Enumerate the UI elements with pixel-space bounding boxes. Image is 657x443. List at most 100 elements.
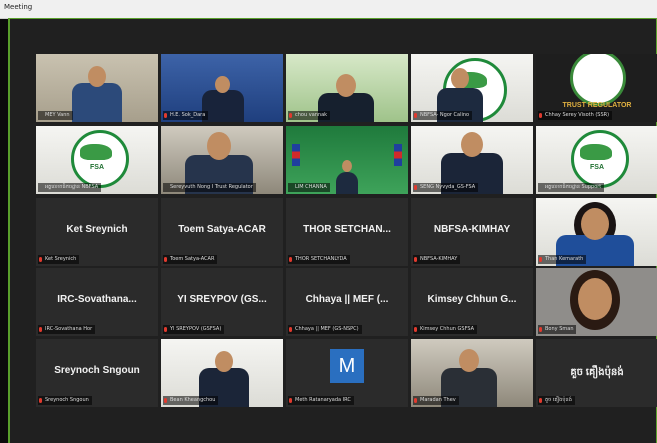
participant-tile[interactable]: Bony Sman — [536, 268, 657, 336]
participant-display-name: THOR SETCHAN... — [303, 224, 391, 235]
participant-name-label: អគ្គលេខាធិការដ្ឋាន Support — [538, 183, 605, 192]
participant-display-name: NBFSA-KIMHAY — [433, 224, 511, 235]
participant-tile[interactable]: NBFSA-KIMHAY NBFSA-KIMHAY — [411, 198, 533, 266]
participant-tile[interactable]: FSA អគ្គលេខាធិការដ្ឋាន Support — [536, 126, 657, 194]
participant-display-name: Ket Sreynich — [66, 224, 128, 235]
mic-muted-icon — [414, 185, 417, 190]
person-body — [71, 83, 123, 122]
participant-tile[interactable]: Maradan Thev — [411, 339, 533, 407]
person-head — [581, 208, 609, 241]
participant-name-label: H.E. Sok_Dara — [163, 111, 209, 120]
title-bar: Meeting — [0, 0, 657, 19]
participant-name-label: គួច គឿងប៉ុនង់ — [538, 396, 575, 405]
participant-name-label: Chhaya || MEF (GS-NSPC) — [288, 325, 362, 334]
mic-muted-icon — [289, 327, 292, 332]
participant-tile[interactable]: គួច គឿងប៉ុនង់ គួច គឿងប៉ុនង់ — [536, 339, 657, 407]
participant-display-name: Chhaya || MEF (... — [305, 294, 389, 305]
mic-muted-icon — [414, 257, 417, 262]
person-head — [88, 66, 106, 87]
participant-name-label: YI SREYPOV (GSFSA) — [163, 325, 225, 334]
mic-muted-icon — [164, 257, 167, 262]
participant-name-label: Ket Sreynich — [38, 255, 80, 264]
participant-tile[interactable]: Sereyvuth Nong I Trust Regulator — [161, 126, 283, 194]
participant-name-label: Than Kemarath — [538, 255, 587, 264]
mic-muted-icon — [539, 398, 542, 403]
person-head — [578, 278, 612, 320]
participant-tile[interactable]: THOR SETCHAN... THOR SETCHANLYDA — [286, 198, 408, 266]
participant-tile[interactable]: chou vannak — [286, 54, 408, 122]
participant-name-label: Sereyvuth Nong I Trust Regulator — [163, 183, 256, 192]
participant-name-label: NBFSA- Ngor Calino — [413, 111, 473, 120]
mic-muted-icon — [289, 398, 292, 403]
fsa-logo-text: FSA — [590, 164, 604, 171]
participant-tile[interactable]: Kimsey Chhun G... Kimsey Chhun GSFSA — [411, 268, 533, 336]
person-body — [336, 172, 358, 194]
participant-display-name: YI SREYPOV (GS... — [177, 294, 267, 305]
participant-tile[interactable]: NBFSA- Ngor Calino — [411, 54, 533, 122]
participant-name-label: Kimsey Chhun GSFSA — [413, 325, 478, 334]
participant-name-label: NBFSA-KIMHAY — [413, 255, 461, 264]
participant-name-label: chou vannak — [288, 111, 331, 120]
person-head — [459, 349, 479, 372]
participant-tile[interactable]: YI SREYPOV (GS... YI SREYPOV (GSFSA) — [161, 268, 283, 336]
participant-display-name: Kimsey Chhun G... — [427, 294, 517, 305]
participant-name-label: អគ្គលេខាធិការដ្ឋាន NBFSA — [38, 183, 102, 192]
person-head — [336, 74, 356, 97]
participant-name-label: THOR SETCHANLYDA — [288, 255, 350, 264]
participant-tile[interactable]: Bean Kheangchou — [161, 339, 283, 407]
mic-muted-icon — [414, 327, 417, 332]
window-title: Meeting — [4, 3, 33, 11]
participant-name-label: Chhay Serey Visoth (SSR) — [538, 111, 613, 120]
bull-icon — [580, 144, 612, 160]
participant-tile[interactable]: Toem Satya-ACAR Toem Satya-ACAR — [161, 198, 283, 266]
participant-tile[interactable]: Chhaya || MEF (... Chhaya || MEF (GS-NSPC… — [286, 268, 408, 336]
trust-regulator-logo-icon — [570, 54, 626, 106]
participant-display-name: Toem Satya-ACAR — [178, 224, 266, 235]
mic-muted-icon — [289, 113, 292, 118]
mic-muted-icon — [39, 398, 42, 403]
mic-muted-icon — [39, 257, 42, 262]
mic-muted-icon — [414, 113, 417, 118]
mic-muted-icon — [289, 257, 292, 262]
participant-name-label: Meth Ratanaryada IRC — [288, 396, 354, 405]
participant-name-label: SENG Nyvyda_GS-FSA — [413, 183, 479, 192]
flag-icon — [292, 144, 300, 166]
participant-display-name: Sreynoch Sngoun — [54, 365, 140, 376]
participant-tile[interactable]: TRUST REGULATOR Chhay Serey Visoth (SSR) — [536, 54, 657, 122]
mic-muted-icon — [39, 327, 42, 332]
participant-tile[interactable]: SENG Nyvyda_GS-FSA — [411, 126, 533, 194]
mic-muted-icon — [414, 398, 417, 403]
participant-tile[interactable]: Ket Sreynich Ket Sreynich — [36, 198, 158, 266]
fsa-logo-text: FSA — [90, 164, 104, 171]
avatar-initial: M — [330, 349, 364, 383]
participant-tile[interactable]: M Meth Ratanaryada IRC — [286, 339, 408, 407]
participant-tile[interactable]: Than Kemarath — [536, 198, 657, 266]
participant-tile[interactable]: FSA អគ្គលេខាធិការដ្ឋាន NBFSA — [36, 126, 158, 194]
person-head — [207, 132, 231, 160]
person-head — [215, 351, 233, 372]
trust-regulator-text: TRUST REGULATOR — [562, 102, 632, 109]
person-head — [451, 68, 469, 89]
mic-muted-icon — [539, 113, 542, 118]
participant-name-label: IRC-Sovathana Hor — [38, 325, 96, 334]
participant-name-label: MEY Vann — [38, 111, 73, 120]
participant-tile[interactable]: LIM CHANNA — [286, 126, 408, 194]
flag-icon — [394, 144, 402, 166]
participant-tile[interactable]: MEY Vann — [36, 54, 158, 122]
person-head — [342, 160, 352, 172]
participant-name-label: Bony Sman — [538, 325, 577, 334]
participant-tile[interactable]: H.E. Sok_Dara — [161, 54, 283, 122]
participant-name-label: LIM CHANNA — [288, 183, 330, 192]
participant-name-label: Toem Satya-ACAR — [163, 255, 218, 264]
participant-display-name: គួច គឿងប៉ុនង់ — [570, 367, 624, 378]
mic-muted-icon — [539, 327, 542, 332]
bull-icon — [80, 144, 112, 160]
participant-display-name: IRC-Sovathana... — [57, 294, 137, 305]
participant-tile[interactable]: IRC-Sovathana... IRC-Sovathana Hor — [36, 268, 158, 336]
participant-name-label: Maradan Thev — [413, 396, 459, 405]
participant-tile[interactable]: Sreynoch Sngoun Sreynoch Sngoun — [36, 339, 158, 407]
mic-muted-icon — [164, 398, 167, 403]
mic-muted-icon — [539, 257, 542, 262]
participant-name-label: Bean Kheangchou — [163, 396, 219, 405]
mic-muted-icon — [164, 113, 167, 118]
